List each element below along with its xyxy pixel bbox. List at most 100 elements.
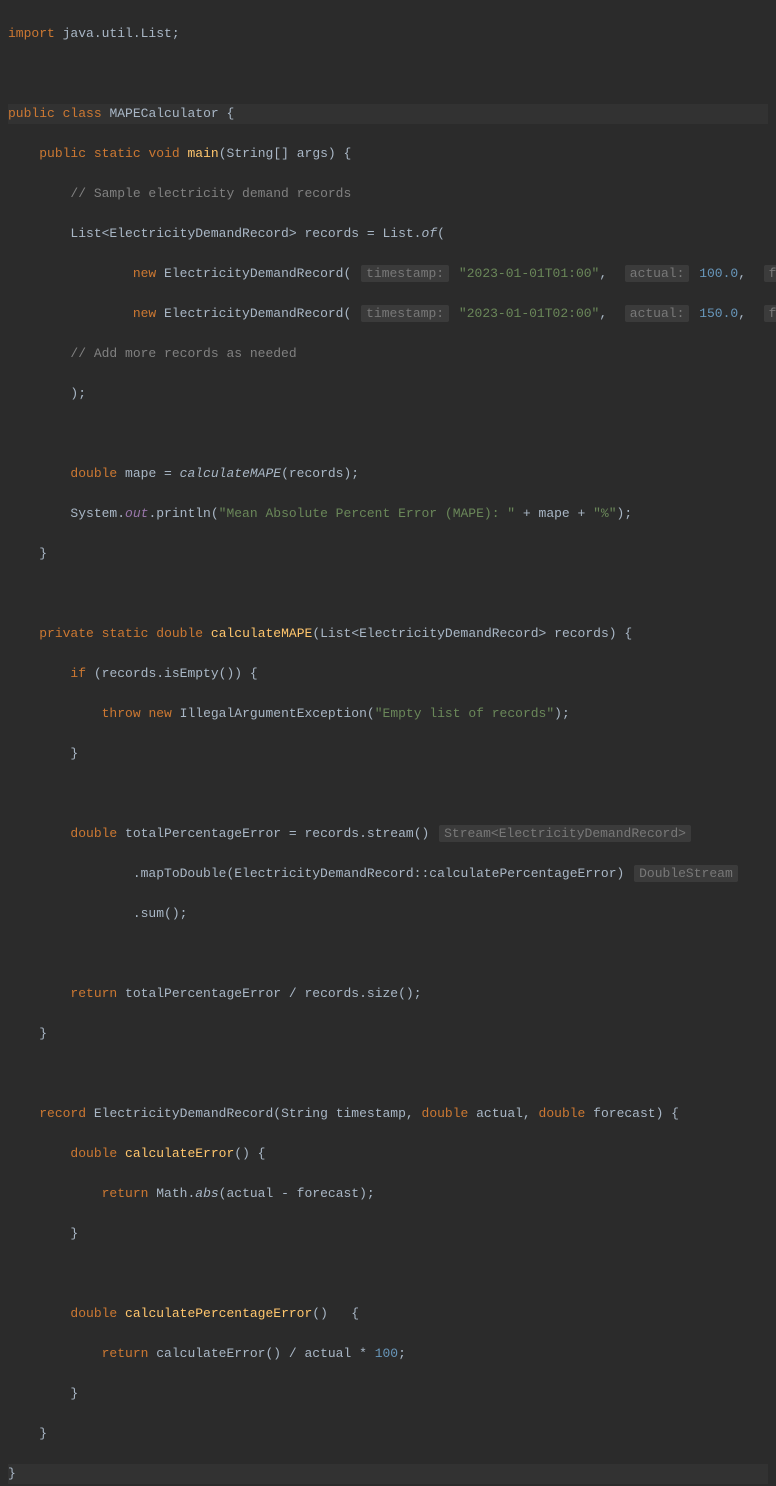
- number-literal: 150.0: [699, 306, 738, 321]
- code-line[interactable]: // Sample electricity demand records: [8, 184, 768, 204]
- of-method: of: [421, 226, 437, 241]
- keyword-double: double: [70, 826, 117, 841]
- type-hint: Stream<ElectricityDemandRecord>: [439, 825, 691, 842]
- method-name: calculateError: [125, 1146, 234, 1161]
- var-mape: mape =: [125, 466, 180, 481]
- method-name: calculateMAPE: [211, 626, 312, 641]
- blank-line[interactable]: [8, 1064, 768, 1084]
- code-line[interactable]: }: [8, 744, 768, 764]
- param-hint-actual: actual:: [625, 265, 690, 282]
- blank-line[interactable]: [8, 944, 768, 964]
- code-editor[interactable]: import java.util.List; public class MAPE…: [0, 0, 776, 1486]
- code-line[interactable]: private static double calculateMAPE(List…: [8, 624, 768, 644]
- out-field: out: [125, 506, 148, 521]
- keyword-static: static: [94, 146, 141, 161]
- code-line[interactable]: double calculatePercentageError() {: [8, 1304, 768, 1324]
- method-params: (List<ElectricityDemandRecord> records) …: [312, 626, 632, 641]
- string-literal: "2023-01-01T02:00": [459, 306, 599, 321]
- keyword-new: new: [133, 266, 156, 281]
- blank-line[interactable]: [8, 1264, 768, 1284]
- system-out: System.: [70, 506, 125, 521]
- code-line[interactable]: import java.util.List;: [8, 24, 768, 44]
- keyword-double: double: [539, 1106, 586, 1121]
- constructor-call: ElectricityDemandRecord(: [164, 306, 351, 321]
- code-line[interactable]: }: [8, 1424, 768, 1444]
- code-line[interactable]: List<ElectricityDemandRecord> records = …: [8, 224, 768, 244]
- keyword-record: record: [39, 1106, 86, 1121]
- keyword-new: new: [133, 306, 156, 321]
- code-line[interactable]: }: [8, 544, 768, 564]
- method-name: calculatePercentageError: [125, 1306, 312, 1321]
- code-line[interactable]: System.out.println("Mean Absolute Percen…: [8, 504, 768, 524]
- if-condition: (records.isEmpty()) {: [94, 666, 258, 681]
- abs-args: (actual - forecast);: [219, 1186, 375, 1201]
- return-expression: totalPercentageError / records.size();: [125, 986, 421, 1001]
- code-line[interactable]: return totalPercentageError / records.si…: [8, 984, 768, 1004]
- keyword-if: if: [70, 666, 86, 681]
- map-call: .mapToDouble(ElectricityDemandRecord::ca…: [133, 866, 624, 881]
- code-line[interactable]: double calculateError() {: [8, 1144, 768, 1164]
- comment: // Add more records as needed: [70, 346, 296, 361]
- method-call: calculateMAPE: [180, 466, 281, 481]
- code-line[interactable]: // Add more records as needed: [8, 344, 768, 364]
- blank-line[interactable]: [8, 424, 768, 444]
- blank-line[interactable]: [8, 64, 768, 84]
- keyword-throw: throw: [102, 706, 141, 721]
- code-line[interactable]: public static void main(String[] args) {: [8, 144, 768, 164]
- keyword-return: return: [102, 1186, 149, 1201]
- keyword-class: class: [63, 106, 102, 121]
- import-path: java.util.List;: [55, 26, 180, 41]
- math-class: Math.: [156, 1186, 195, 1201]
- code-line[interactable]: return calculateError() / actual * 100;: [8, 1344, 768, 1364]
- string-literal: "2023-01-01T01:00": [459, 266, 599, 281]
- keyword-void: void: [148, 146, 179, 161]
- keyword-return: return: [102, 1346, 149, 1361]
- code-line[interactable]: return Math.abs(actual - forecast);: [8, 1184, 768, 1204]
- code-line[interactable]: .mapToDouble(ElectricityDemandRecord::ca…: [8, 864, 768, 884]
- code-line[interactable]: record ElectricityDemandRecord(String ti…: [8, 1104, 768, 1124]
- keyword-public: public: [39, 146, 86, 161]
- string-literal: "%": [593, 506, 616, 521]
- string-literal: "Mean Absolute Percent Error (MAPE): ": [219, 506, 515, 521]
- comment: // Sample electricity demand records: [70, 186, 351, 201]
- keyword-new: new: [148, 706, 171, 721]
- code-line[interactable]: );: [8, 384, 768, 404]
- keyword-return: return: [70, 986, 117, 1001]
- record-params: forecast) {: [585, 1106, 679, 1121]
- code-line[interactable]: new ElectricityDemandRecord( timestamp: …: [8, 264, 768, 284]
- code-line[interactable]: double mape = calculateMAPE(records);: [8, 464, 768, 484]
- code-line[interactable]: new ElectricityDemandRecord( timestamp: …: [8, 304, 768, 324]
- keyword-double: double: [70, 466, 117, 481]
- code-line[interactable]: }: [8, 1224, 768, 1244]
- code-line[interactable]: .sum();: [8, 904, 768, 924]
- class-name: MAPECalculator: [109, 106, 218, 121]
- abs-method: abs: [195, 1186, 218, 1201]
- println-call: .println(: [148, 506, 218, 521]
- code-line[interactable]: }: [8, 1384, 768, 1404]
- keyword-double: double: [70, 1306, 117, 1321]
- param-hint-forecast: forecast:: [764, 265, 776, 282]
- keyword-import: import: [8, 26, 55, 41]
- code-line[interactable]: if (records.isEmpty()) {: [8, 664, 768, 684]
- record-params: actual,: [468, 1106, 538, 1121]
- type-hint: DoubleStream: [634, 865, 738, 882]
- keyword-static: static: [102, 626, 149, 641]
- blank-line[interactable]: [8, 784, 768, 804]
- code-line[interactable]: }: [8, 1464, 768, 1484]
- method-main: main: [188, 146, 219, 161]
- return-expression: calculateError() / actual *: [156, 1346, 374, 1361]
- constructor-call: ElectricityDemandRecord(: [164, 266, 351, 281]
- code-line[interactable]: double totalPercentageError = records.st…: [8, 824, 768, 844]
- code-line[interactable]: public class MAPECalculator {: [8, 104, 768, 124]
- sum-call: .sum();: [133, 906, 188, 921]
- stream-expr: totalPercentageError = records.stream(): [125, 826, 429, 841]
- record-params: (String timestamp,: [273, 1106, 421, 1121]
- param-hint-timestamp: timestamp:: [361, 265, 449, 282]
- code-line[interactable]: throw new IllegalArgumentException("Empt…: [8, 704, 768, 724]
- number-literal: 100: [375, 1346, 398, 1361]
- blank-line[interactable]: [8, 584, 768, 604]
- code-line[interactable]: }: [8, 1024, 768, 1044]
- param-hint-timestamp: timestamp:: [361, 305, 449, 322]
- number-literal: 100.0: [699, 266, 738, 281]
- keyword-double: double: [422, 1106, 469, 1121]
